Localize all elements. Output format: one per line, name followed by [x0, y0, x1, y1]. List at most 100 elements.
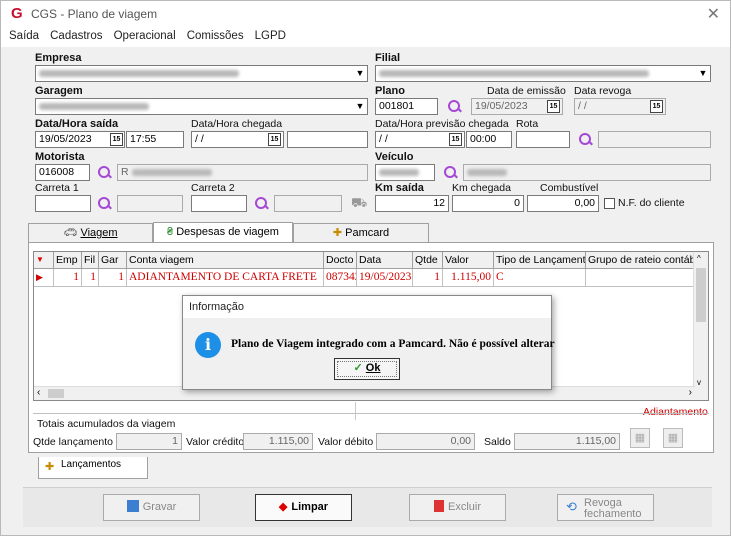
- close-icon[interactable]: ✕: [707, 4, 720, 24]
- search-icon[interactable]: [578, 132, 592, 146]
- tab-lancamentos[interactable]: ✚ Lançamentos: [38, 457, 148, 479]
- scroll-right-icon[interactable]: ›: [689, 387, 692, 398]
- search-icon[interactable]: [447, 99, 461, 113]
- cell-data[interactable]: 19/05/2023: [357, 269, 413, 287]
- garagem-select[interactable]: ▼: [35, 98, 368, 115]
- cell-conta-viagem[interactable]: ADIANTAMENTO DE CARTA FRETE: [127, 269, 324, 287]
- saldo-label: Saldo: [484, 436, 511, 448]
- limpar-button[interactable]: ◆ Limpar: [255, 494, 352, 521]
- menu-operacional[interactable]: Operacional: [114, 30, 176, 42]
- carreta2-label: Carreta 2: [191, 182, 235, 194]
- calendar-icon[interactable]: 15: [110, 133, 123, 146]
- tab-viagem[interactable]: 🚗︎ Viagem: [28, 223, 153, 243]
- col-grupo-rateio[interactable]: Grupo de rateio contábil: [586, 252, 695, 269]
- chevron-down-icon[interactable]: ▼: [353, 99, 367, 114]
- cell-grupo-rateio[interactable]: [586, 269, 695, 287]
- combustivel-input[interactable]: 0,00: [527, 195, 599, 212]
- chevron-down-icon[interactable]: ▼: [353, 66, 367, 81]
- excluir-button[interactable]: Excluir: [409, 494, 506, 521]
- motorista-label: Motorista: [35, 151, 85, 163]
- scroll-thumb[interactable]: [696, 268, 706, 322]
- empresa-label: Empresa: [35, 52, 82, 64]
- cell-valor[interactable]: 1.115,00: [443, 269, 494, 287]
- revoga-fechamento-button[interactable]: ⟲ Revoga fechamento: [557, 494, 654, 521]
- nf-cliente-label: N.F. do cliente: [618, 197, 685, 209]
- menu-lgpd[interactable]: LGPD: [255, 30, 286, 42]
- motorista-name: R: [117, 164, 368, 181]
- cell-docto[interactable]: 087342: [324, 269, 357, 287]
- truck-icon[interactable]: ⛟: [351, 195, 367, 213]
- veiculo-input[interactable]: [375, 164, 435, 181]
- col-emp[interactable]: Emp: [54, 252, 82, 269]
- chevron-down-icon[interactable]: ▼: [696, 66, 710, 81]
- scroll-left-icon[interactable]: ‹: [37, 387, 40, 398]
- gravar-button[interactable]: Gravar: [103, 494, 200, 521]
- vertical-scrollbar[interactable]: ^ v: [693, 252, 708, 400]
- search-icon[interactable]: [443, 165, 457, 179]
- col-qtde[interactable]: Qtde: [413, 252, 443, 269]
- save-icon: [126, 500, 139, 512]
- veiculo-label: Veículo: [375, 151, 414, 163]
- tab-despesas[interactable]: ₴ Despesas de viagem: [153, 222, 293, 243]
- cell-tipo-lancamento[interactable]: C: [494, 269, 586, 287]
- totals-legend: Totais acumulados da viagem: [37, 418, 176, 430]
- calculator-icon[interactable]: ▦: [663, 428, 683, 448]
- previsao-hora-input[interactable]: 00:00: [466, 131, 512, 148]
- cell-fil[interactable]: 1: [82, 269, 99, 287]
- tab-despesas-label: Despesas de viagem: [176, 226, 279, 238]
- saldo-value: 1.115,00: [514, 433, 620, 450]
- tab-pamcard[interactable]: ✚ Pamcard: [293, 223, 429, 243]
- gravar-label: Gravar: [142, 501, 177, 513]
- info-dialog: Informação i Plano de Viagem integrado c…: [182, 295, 555, 390]
- empresa-select[interactable]: ▼: [35, 65, 368, 82]
- km-saida-input[interactable]: 12: [375, 195, 449, 212]
- plano-input[interactable]: 001801: [375, 98, 438, 115]
- valor-debito-label: Valor débito: [318, 436, 374, 448]
- col-conta-viagem[interactable]: Conta viagem: [127, 252, 324, 269]
- rota-input[interactable]: [516, 131, 570, 148]
- km-chegada-input[interactable]: 0: [452, 195, 524, 212]
- col-tipo-lancamento[interactable]: Tipo de Lançamento: [494, 252, 586, 269]
- search-icon[interactable]: [254, 196, 268, 210]
- scroll-thumb[interactable]: [48, 389, 64, 398]
- search-icon[interactable]: [97, 165, 111, 179]
- cell-qtde[interactable]: 1: [413, 269, 443, 287]
- garagem-label: Garagem: [35, 85, 83, 97]
- col-fil[interactable]: Fil: [82, 252, 99, 269]
- search-icon[interactable]: [97, 196, 111, 210]
- data-revoga-value: / /: [578, 100, 587, 112]
- carreta1-input[interactable]: [35, 195, 91, 212]
- cell-gar[interactable]: 1: [99, 269, 127, 287]
- calendar-icon[interactable]: 15: [268, 133, 281, 146]
- menu-comissoes[interactable]: Comissões: [187, 30, 244, 42]
- plano-label: Plano: [375, 85, 405, 97]
- dialog-message: Plano de Viagem integrado com a Pamcard.…: [231, 338, 555, 350]
- scroll-up-icon[interactable]: ^: [697, 254, 701, 263]
- cell-emp[interactable]: 1: [54, 269, 82, 287]
- data-chegada-value: / /: [195, 133, 204, 145]
- col-gar[interactable]: Gar: [99, 252, 127, 269]
- row-indicator: ▶: [34, 269, 54, 287]
- redacted-text: [39, 102, 149, 110]
- scroll-down-icon[interactable]: v: [697, 378, 701, 387]
- hora-chegada-input[interactable]: [287, 131, 368, 148]
- menu-cadastros[interactable]: Cadastros: [50, 30, 102, 42]
- ok-button[interactable]: ✓ Ok: [334, 358, 400, 380]
- app-logo-icon: G: [11, 5, 23, 22]
- calendar-icon[interactable]: 15: [449, 133, 462, 146]
- carreta1-label: Carreta 1: [35, 182, 79, 194]
- redacted-text: [379, 69, 649, 77]
- col-valor[interactable]: Valor: [443, 252, 494, 269]
- card-icon: ✚: [332, 227, 343, 239]
- col-data[interactable]: Data: [357, 252, 413, 269]
- km-chegada-label: Km chegada: [452, 182, 511, 194]
- limpar-label: Limpar: [291, 501, 329, 513]
- menu-saida[interactable]: Saída: [9, 30, 39, 42]
- calculator-icon[interactable]: ▦: [630, 428, 650, 448]
- hora-saida-input[interactable]: 17:55: [126, 131, 184, 148]
- motorista-input[interactable]: 016008: [35, 164, 90, 181]
- filial-select[interactable]: ▼: [375, 65, 711, 82]
- nf-cliente-checkbox[interactable]: [604, 198, 615, 209]
- carreta2-input[interactable]: [191, 195, 247, 212]
- col-docto[interactable]: Docto: [324, 252, 357, 269]
